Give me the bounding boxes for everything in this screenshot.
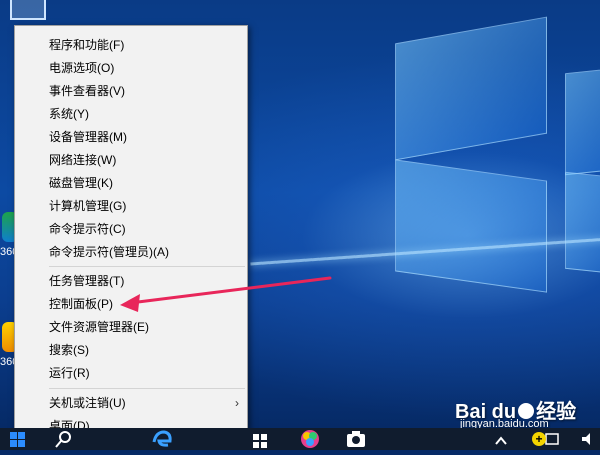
camera-icon [347,431,365,447]
menu-item-command-prompt[interactable]: 命令提示符(C) [15,218,247,240]
taskbar-photos-button[interactable] [298,428,322,450]
menu-item-run[interactable]: 运行(R) [15,362,247,384]
menu-item-shutdown-signout[interactable]: 关机或注销(U) › [15,392,247,414]
windows-logo-icon [18,440,25,447]
menu-item-file-explorer[interactable]: 文件资源管理器(E) [15,316,247,338]
menu-separator [49,266,245,267]
baidu-paw-icon [518,402,535,419]
store-icon [253,434,267,448]
menu-item-command-prompt-admin[interactable]: 命令提示符(管理员)(A) [15,241,247,263]
windows-logo-icon [18,432,25,439]
menu-item-computer-management[interactable]: 计算机管理(G) [15,195,247,217]
menu-item-programs-features[interactable]: 程序和功能(F) [15,34,247,56]
windows-logo-icon [10,432,17,439]
chevron-up-icon[interactable] [495,436,507,445]
menu-item-power-options[interactable]: 电源选项(O) [15,57,247,79]
menu-item-control-panel[interactable]: 控制面板(P) [15,293,247,315]
menu-item-network-connections[interactable]: 网络连接(W) [15,149,247,171]
start-button[interactable] [6,428,28,450]
menu-separator [49,388,245,389]
search-icon [55,431,71,448]
menu-item-disk-management[interactable]: 磁盘管理(K) [15,172,247,194]
menu-item-system[interactable]: 系统(Y) [15,103,247,125]
windows-logo-icon [10,440,17,447]
photos-icon [301,430,319,448]
taskbar-search-button[interactable] [52,428,74,450]
menu-item-search[interactable]: 搜索(S) [15,339,247,361]
edge-icon [152,430,172,447]
taskbar-store-button[interactable] [248,428,272,450]
taskbar-camera-button[interactable] [344,428,368,450]
windows-logo-pane [395,16,547,161]
action-center-icon[interactable] [545,433,559,445]
winx-context-menu: 程序和功能(F) 电源选项(O) 事件查看器(V) 系统(Y) 设备管理器(M)… [14,25,248,442]
taskbar-edge-button[interactable] [150,428,174,450]
360-tray-icon[interactable]: + [532,432,546,446]
taskbar [0,428,600,450]
windows-logo-pane [565,171,600,276]
menu-item-task-manager[interactable]: 任务管理器(T) [15,270,247,292]
volume-icon[interactable] [582,433,590,445]
chevron-right-icon: › [235,396,239,410]
this-pc-desktop-icon[interactable] [10,0,46,20]
windows-logo-pane [565,66,600,176]
menu-item-event-viewer[interactable]: 事件查看器(V) [15,80,247,102]
watermark-url: jingyan.baidu.com [460,418,549,428]
menu-item-device-manager[interactable]: 设备管理器(M) [15,126,247,148]
windows-logo-pane [395,159,547,293]
